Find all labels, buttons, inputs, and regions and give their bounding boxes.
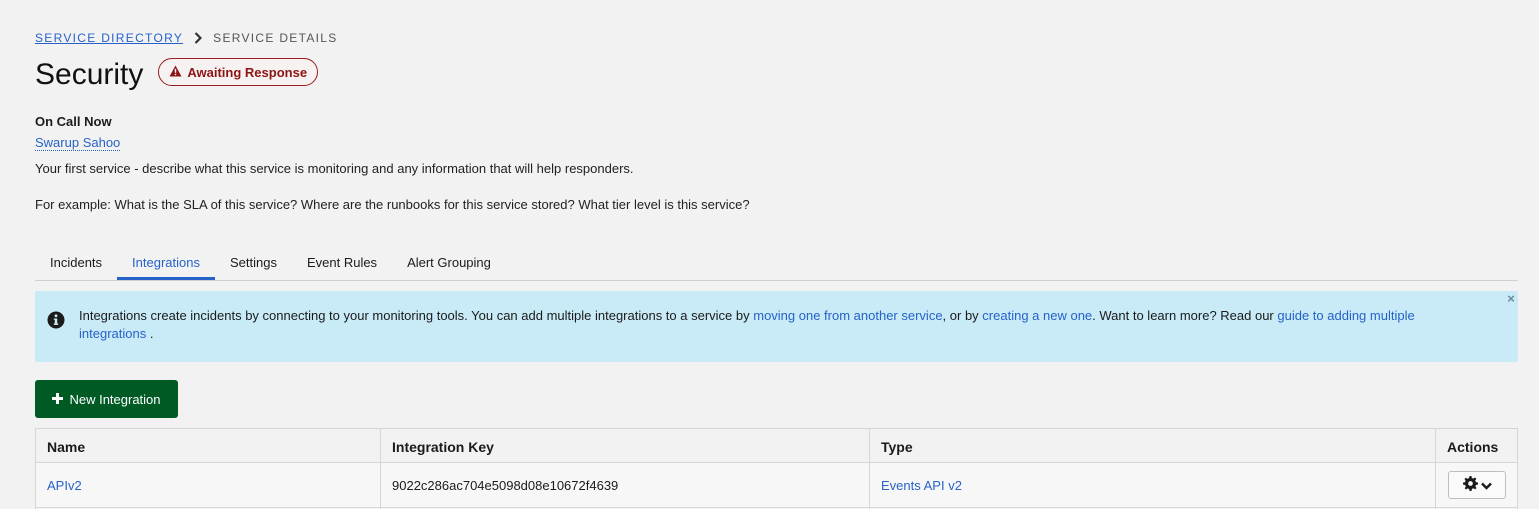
- new-integration-button[interactable]: New Integration: [35, 380, 178, 418]
- move-integration-link[interactable]: moving one from another service: [753, 308, 942, 323]
- tab-event-rules[interactable]: Event Rules: [292, 246, 392, 280]
- info-circle-icon: [47, 311, 65, 329]
- tab-settings[interactable]: Settings: [215, 246, 292, 280]
- actions-dropdown-button[interactable]: [1448, 471, 1506, 499]
- chevron-right-icon: [183, 32, 213, 44]
- integration-name-link[interactable]: APIv2: [47, 478, 82, 493]
- tab-integrations[interactable]: Integrations: [117, 246, 215, 280]
- oncall-label: On Call Now: [35, 114, 112, 129]
- create-integration-link[interactable]: creating a new one: [982, 308, 1092, 323]
- info-banner: × Integrations create incidents by conne…: [35, 291, 1518, 362]
- integration-type-link[interactable]: Events API v2: [881, 478, 962, 493]
- oncall-user-link[interactable]: Swarup Sahoo: [35, 135, 121, 151]
- table-header-row: Name Integration Key Type Actions: [36, 429, 1517, 463]
- info-text-4: .: [146, 326, 154, 341]
- status-badge: Awaiting Response: [158, 58, 319, 86]
- title-row: Security Awaiting Response: [35, 58, 319, 92]
- info-banner-message: Integrations create incidents by connect…: [79, 307, 1469, 343]
- warning-triangle-icon: [169, 65, 182, 80]
- info-text-3: . Want to learn more? Read our: [1092, 308, 1278, 323]
- info-text-2: , or by: [942, 308, 983, 323]
- breadcrumb-service-directory-link[interactable]: SERVICE DIRECTORY: [35, 31, 183, 45]
- integrations-table: Name Integration Key Type Actions APIv2 …: [35, 428, 1518, 509]
- new-integration-label: New Integration: [69, 391, 161, 407]
- integration-actions-cell: [1436, 463, 1517, 507]
- chevron-down-icon: [1480, 478, 1492, 493]
- service-description-line1: Your first service - describe what this …: [35, 161, 634, 176]
- tab-bar: Incidents Integrations Settings Event Ru…: [35, 246, 1518, 281]
- gear-icon: [1462, 476, 1478, 494]
- integration-type-cell: Events API v2: [870, 463, 1436, 507]
- breadcrumb-current: SERVICE DETAILS: [213, 31, 338, 45]
- table-row: APIv2 9022c286ac704e5098d08e10672f4639 E…: [36, 463, 1517, 508]
- close-icon[interactable]: ×: [1505, 292, 1517, 306]
- column-header-name: Name: [36, 429, 381, 462]
- status-badge-label: Awaiting Response: [187, 64, 308, 80]
- page-title: Security: [35, 58, 144, 91]
- breadcrumb: SERVICE DIRECTORY SERVICE DETAILS: [35, 31, 338, 45]
- column-header-actions: Actions: [1447, 438, 1499, 455]
- tab-alert-grouping[interactable]: Alert Grouping: [392, 246, 506, 280]
- info-text-1: Integrations create incidents by connect…: [79, 308, 754, 323]
- column-header-type: Type: [870, 429, 1436, 462]
- integration-name-cell: APIv2: [36, 463, 381, 507]
- service-description-line2: For example: What is the SLA of this ser…: [35, 197, 750, 212]
- integration-key-cell: 9022c286ac704e5098d08e10672f4639: [381, 463, 870, 507]
- column-header-integration-key: Integration Key: [381, 429, 870, 462]
- tab-incidents[interactable]: Incidents: [35, 246, 117, 280]
- plus-icon: [52, 392, 64, 407]
